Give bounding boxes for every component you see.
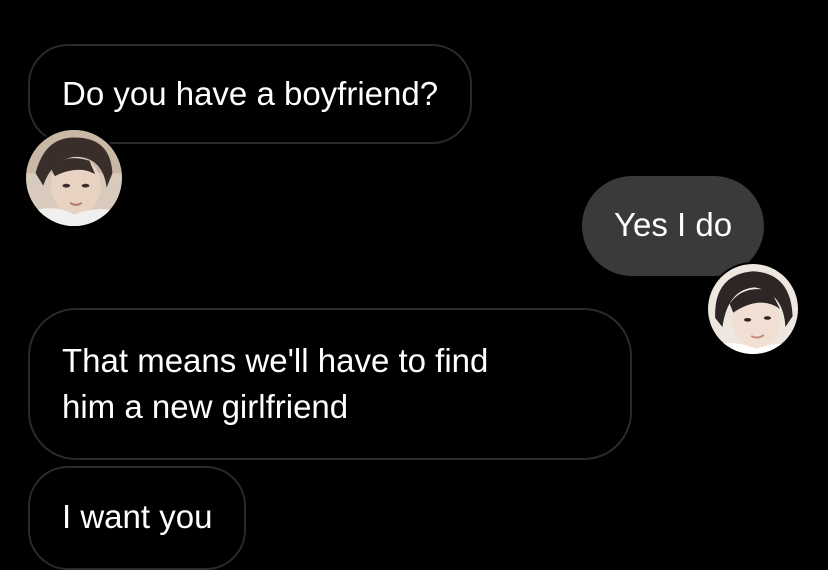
profile-photo-icon — [26, 130, 122, 226]
message-text: I want you — [62, 498, 213, 535]
incoming-message-bubble[interactable]: That means we'll have to find him a new … — [28, 308, 632, 460]
sender-avatar[interactable] — [24, 128, 124, 228]
message-text-line: That means we'll have to find — [62, 342, 489, 379]
incoming-message-bubble[interactable]: Do you have a boyfriend? — [28, 44, 473, 144]
incoming-message-bubble[interactable]: I want you — [28, 466, 247, 570]
message-text-line: him a new girlfriend — [62, 388, 349, 425]
profile-photo-icon — [708, 264, 798, 354]
receiver-avatar[interactable] — [706, 262, 800, 356]
message-text: Do you have a boyfriend? — [62, 75, 439, 112]
outgoing-message-bubble[interactable]: Yes I do — [582, 176, 765, 276]
message-text: Yes I do — [614, 206, 733, 243]
